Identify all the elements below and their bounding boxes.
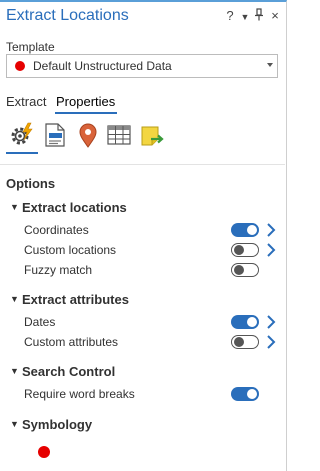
toggle-knob (234, 265, 244, 275)
section-title: Search Control (22, 364, 116, 379)
toggle-knob (247, 225, 257, 235)
toggle-knob (234, 337, 244, 347)
location-pin-icon (79, 123, 97, 148)
toggle-fuzzy-match[interactable] (231, 263, 259, 277)
option-label-dates: Dates (24, 315, 56, 329)
section-divider (0, 164, 285, 165)
template-symbol-dot (15, 61, 25, 71)
option-label-custom-locations: Custom locations (24, 243, 117, 257)
chevron-down-icon (267, 63, 273, 67)
section-extract-locations[interactable]: ▼ Extract locations (10, 200, 127, 215)
pane-titlebar: Extract Locations ? ▼ × (0, 4, 285, 30)
toggle-require-word-breaks[interactable] (231, 387, 259, 401)
active-icon-tab-indicator (6, 152, 38, 154)
template-label: Template (6, 40, 55, 54)
section-title: Symbology (22, 417, 93, 432)
chevron-down-icon: ▼ (10, 419, 19, 429)
section-extract-attributes[interactable]: ▼ Extract attributes (10, 292, 129, 307)
section-symbology[interactable]: ▼ Symbology (10, 417, 92, 432)
toggle-custom-attributes[interactable] (231, 335, 259, 349)
chevron-right-icon[interactable] (266, 314, 276, 330)
chevron-right-icon[interactable] (266, 242, 276, 258)
pane-title: Extract Locations (6, 7, 129, 24)
pane-menu-button[interactable]: ▼ (238, 12, 252, 22)
toggle-knob (234, 245, 244, 255)
toggle-dates[interactable] (231, 315, 259, 329)
tab-extract[interactable]: Extract (6, 94, 46, 109)
options-heading: Options (6, 176, 56, 191)
pin-icon (255, 8, 263, 21)
table-icon (107, 125, 131, 145)
toggle-knob (247, 389, 257, 399)
output-settings-tab[interactable] (139, 122, 165, 148)
attribute-table-tab[interactable] (106, 122, 132, 148)
tab-properties[interactable]: Properties (56, 94, 115, 109)
section-title: Extract locations (22, 200, 127, 215)
location-settings-tab[interactable] (75, 122, 101, 148)
chevron-down-icon: ▼ (10, 366, 19, 376)
toggle-coordinates[interactable] (231, 223, 259, 237)
extract-locations-pane: Extract Locations ? ▼ × Template Default… (0, 0, 287, 471)
active-tab-indicator (55, 112, 117, 114)
toggle-knob (247, 317, 257, 327)
document-icon (45, 123, 65, 147)
symbology-symbol[interactable] (38, 446, 50, 458)
option-label-custom-attributes: Custom attributes (24, 335, 119, 349)
chevron-down-icon: ▼ (10, 294, 19, 304)
toggle-custom-locations[interactable] (231, 243, 259, 257)
general-settings-tab[interactable] (9, 122, 35, 148)
template-dropdown[interactable]: Default Unstructured Data (6, 54, 278, 78)
document-settings-tab[interactable] (42, 122, 68, 148)
section-title: Extract attributes (22, 292, 129, 307)
close-button[interactable]: × (268, 8, 282, 23)
help-button[interactable]: ? (223, 8, 237, 23)
chevron-right-icon[interactable] (266, 334, 276, 350)
option-label-coordinates: Coordinates (24, 223, 89, 237)
option-label-require-word-breaks: Require word breaks (24, 387, 135, 401)
gear-lightning-icon (11, 122, 33, 145)
chevron-right-icon[interactable] (266, 222, 276, 238)
chevron-down-icon: ▼ (10, 202, 19, 212)
section-search-control[interactable]: ▼ Search Control (10, 364, 115, 379)
option-label-fuzzy-match: Fuzzy match (24, 263, 93, 277)
template-selected-value: Default Unstructured Data (33, 59, 172, 73)
export-note-icon (141, 126, 164, 146)
pin-button[interactable] (252, 8, 266, 24)
